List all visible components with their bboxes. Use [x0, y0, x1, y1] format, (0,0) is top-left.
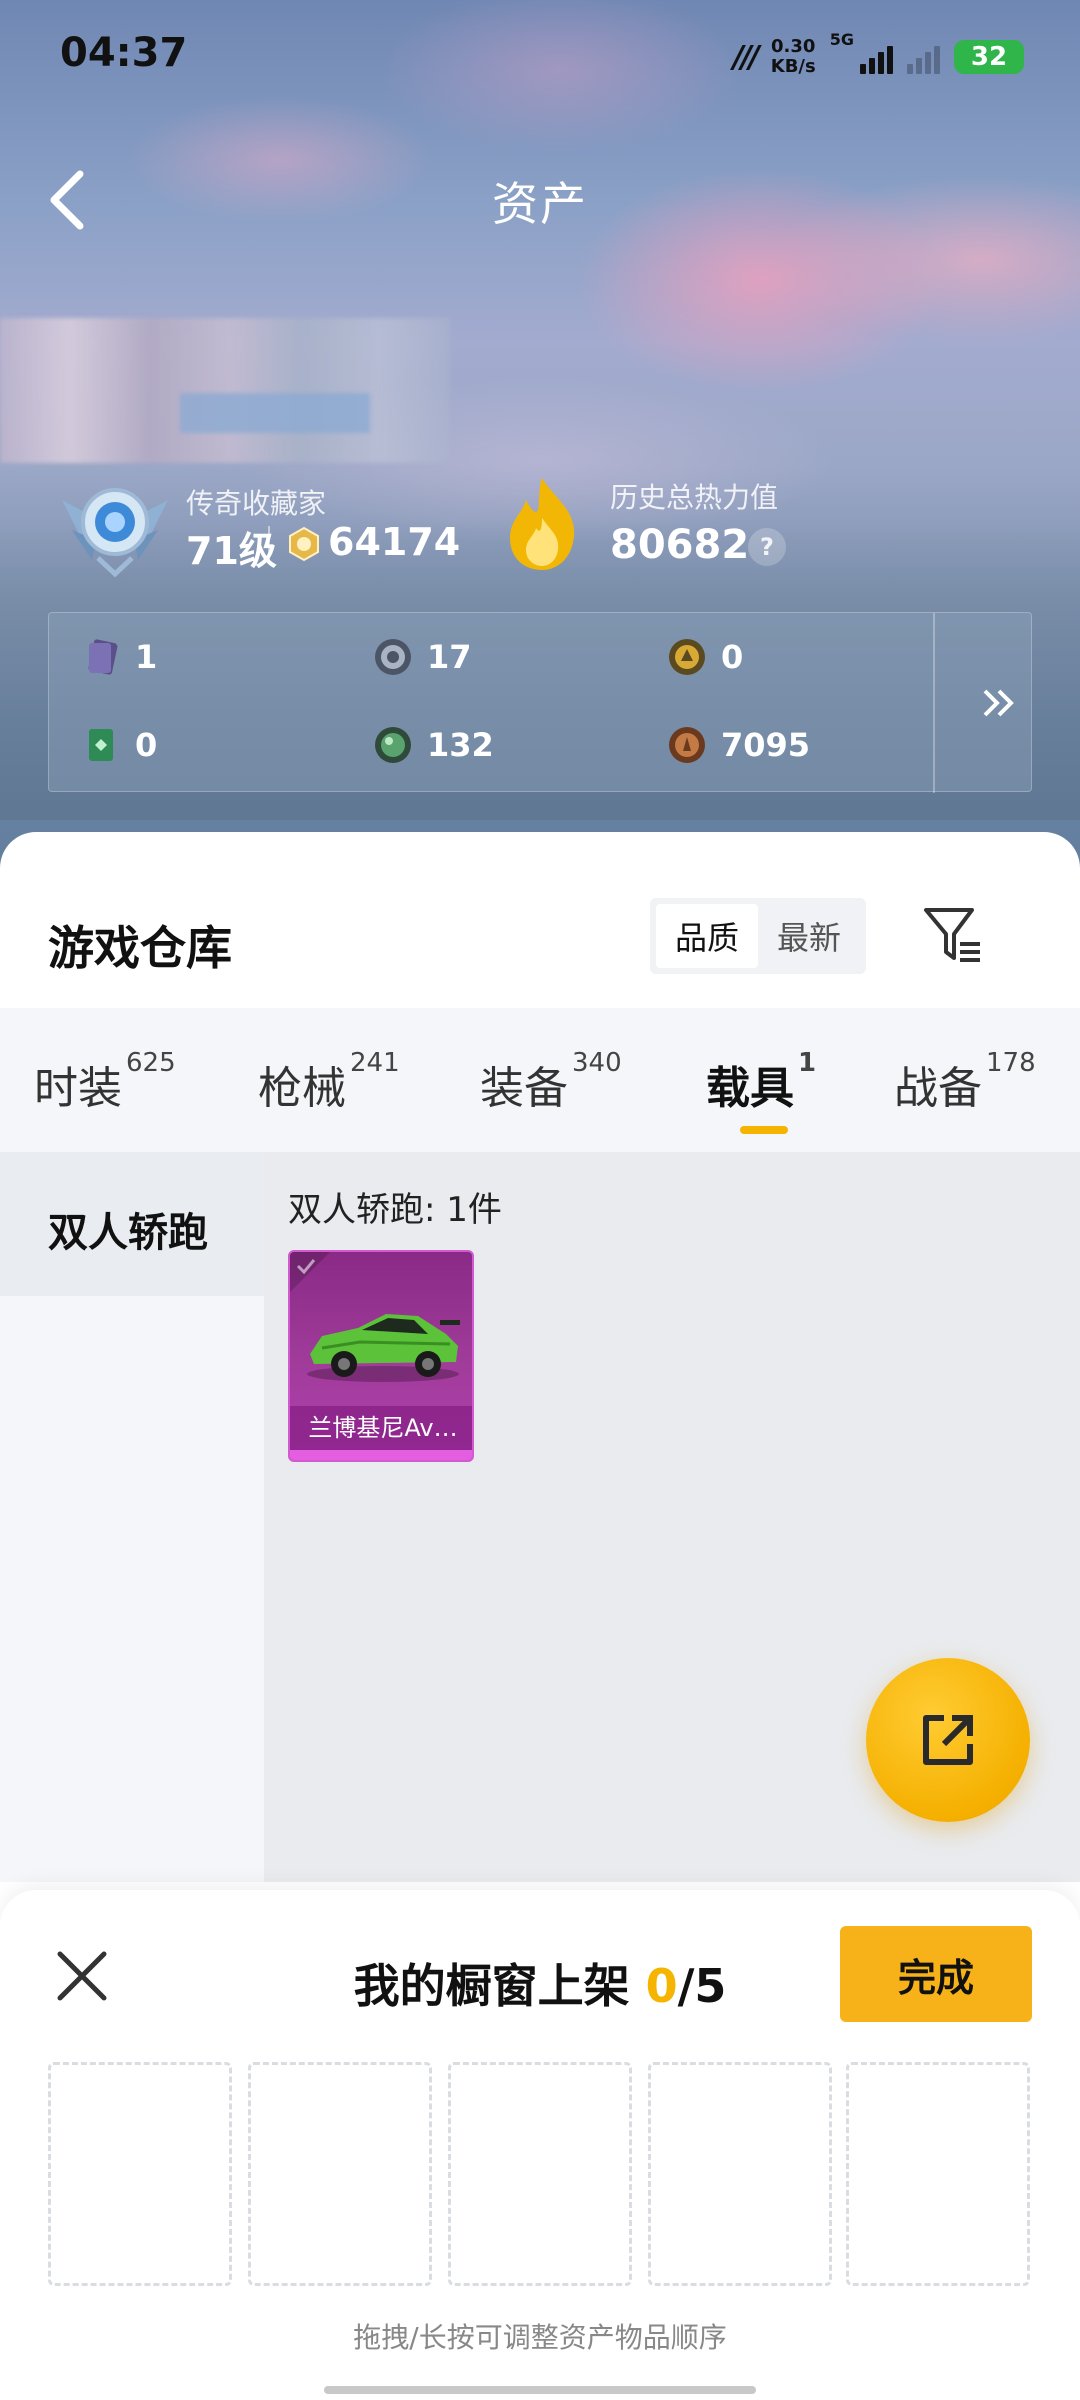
network-speed: 0.30 KB/s	[771, 37, 816, 77]
gold-badge-icon	[669, 639, 705, 675]
showcase-title-text: 我的橱窗上架	[353, 1959, 646, 2013]
sort-option-quality[interactable]: 品质	[656, 904, 758, 968]
tab-label: 战备	[894, 1063, 982, 1114]
tab-active-indicator	[740, 1126, 788, 1134]
warehouse-title: 游戏仓库	[48, 921, 232, 975]
network-type: 5G	[829, 30, 854, 49]
status-icons: /// 0.30 KB/s 5G 32	[733, 30, 1024, 84]
heat-value: 80682	[610, 522, 750, 568]
tab-label: 装备	[480, 1063, 568, 1114]
sort-toggle: 品质 最新	[650, 898, 866, 974]
resource-value: 1	[135, 638, 158, 676]
rarity-bar	[290, 1450, 472, 1460]
showcase-total-count: /5	[677, 1959, 727, 2013]
resource-divider	[933, 613, 935, 793]
resource-value: 7095	[721, 726, 811, 764]
silver-badge-icon	[375, 639, 411, 675]
tab-label: 载具	[706, 1063, 794, 1114]
tab-count: 340	[572, 1048, 622, 1078]
item-name: 兰博基尼Av…	[290, 1406, 472, 1450]
signal-icon	[860, 40, 893, 74]
resource-value: 17	[427, 638, 472, 676]
bronze-medal-icon	[669, 727, 705, 763]
tab-supplies[interactable]: 战备 178	[894, 1048, 1036, 1116]
resource-item: 17	[373, 637, 472, 677]
external-link-icon	[923, 1715, 973, 1765]
resource-item: 132	[373, 725, 494, 765]
coin-value: 64174	[328, 520, 461, 564]
status-time: 04:37	[60, 30, 188, 76]
resource-value: 132	[427, 726, 494, 764]
tab-count: 241	[350, 1048, 400, 1078]
network-brand-icon: ///	[732, 39, 760, 75]
green-card-icon	[89, 729, 113, 761]
tab-label: 时装	[34, 1063, 122, 1114]
purple-card-icon	[88, 639, 118, 675]
content-heading: 双人轿跑: 1件	[288, 1190, 502, 1230]
coin-icon	[286, 526, 322, 562]
network-speed-unit: KB/s	[770, 56, 816, 77]
resource-item: 1	[81, 637, 157, 677]
green-orb-icon	[375, 727, 411, 763]
rank-divider	[268, 526, 270, 562]
showcase-slot[interactable]	[248, 2062, 432, 2286]
showcase-current-count: 0	[645, 1959, 678, 2013]
tab-vehicles[interactable]: 载具 1	[706, 1048, 816, 1116]
signal-secondary-icon	[907, 40, 940, 74]
rank-badge-icon	[52, 470, 178, 580]
share-fab[interactable]	[866, 1658, 1030, 1822]
status-bar: 04:37 /// 0.30 KB/s 5G 32	[0, 0, 1080, 110]
filter-icon[interactable]	[918, 900, 988, 970]
resource-value: 0	[721, 638, 744, 676]
resource-item: 7095	[667, 725, 810, 765]
sort-option-latest[interactable]: 最新	[758, 904, 860, 968]
tab-count: 625	[126, 1048, 176, 1078]
showcase-hint: 拖拽/长按可调整资产物品顺序	[353, 2321, 727, 2354]
showcase-slot[interactable]	[48, 2062, 232, 2286]
done-button[interactable]: 完成	[840, 1926, 1032, 2022]
tab-count: 1	[798, 1048, 817, 1078]
resource-item: 0	[667, 637, 743, 677]
showcase-slot[interactable]	[448, 2062, 632, 2286]
flame-icon	[498, 474, 586, 574]
battery-icon: 32	[954, 40, 1024, 74]
tab-fashion[interactable]: 时装 625	[34, 1048, 176, 1116]
help-icon[interactable]: ?	[748, 528, 786, 566]
home-indicator[interactable]	[324, 2386, 756, 2394]
rank-name: 传奇收藏家	[186, 487, 327, 520]
blurred-username	[0, 318, 450, 463]
category-tabs: 时装 625 枪械 241 装备 340 载具 1 战备 178	[0, 1008, 1080, 1152]
showcase-slot[interactable]	[648, 2062, 832, 2286]
sports-car-image	[300, 1288, 466, 1388]
resource-item: 0	[81, 725, 157, 765]
resource-panel[interactable]: 1 17 0 0 132 7095	[48, 612, 1032, 793]
tab-label: 枪械	[258, 1063, 346, 1114]
sidebar-item-label: 双人轿跑	[48, 1210, 208, 1256]
page-title: 资产	[492, 177, 588, 231]
tab-equipment[interactable]: 装备 340	[480, 1048, 622, 1116]
heat-label: 历史总热力值	[610, 481, 779, 514]
network-speed-value: 0.30	[771, 36, 816, 57]
resource-value: 0	[135, 726, 158, 764]
rank-level: 71级	[186, 529, 277, 573]
checkmark-icon	[290, 1252, 330, 1292]
showcase-slot[interactable]	[846, 2062, 1030, 2286]
tab-count: 178	[986, 1048, 1036, 1078]
tab-firearms[interactable]: 枪械 241	[258, 1048, 400, 1116]
item-card[interactable]: 兰博基尼Av…	[288, 1250, 474, 1462]
double-chevron-right-icon[interactable]	[967, 673, 1027, 733]
